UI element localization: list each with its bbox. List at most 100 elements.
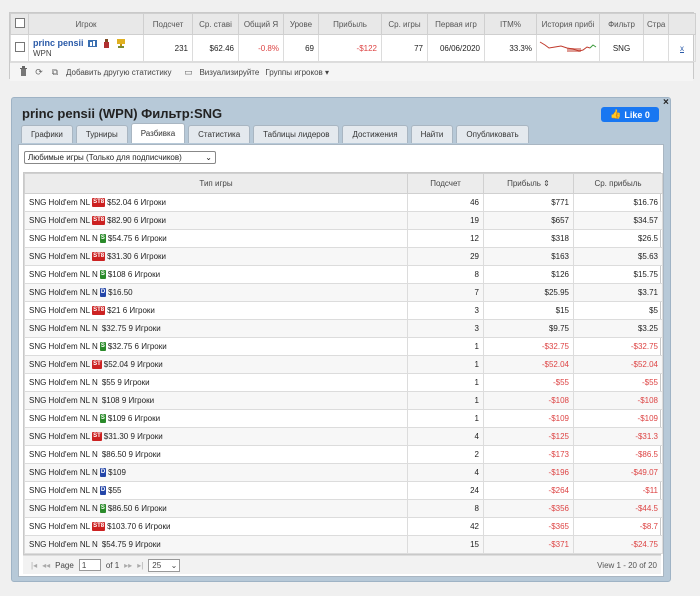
game-avg-profit-cell: -$109 (573, 409, 663, 428)
trash-icon[interactable] (18, 66, 28, 78)
last-page-icon[interactable]: ▸| (137, 561, 143, 570)
game-count-cell: 1 (407, 409, 484, 428)
table-row[interactable]: SNG Hold'em NL N $108 9 Игроки 1 -$108 -$108 (24, 391, 663, 410)
col-filter[interactable]: Фильтр (599, 13, 644, 35)
col-level[interactable]: Урове (283, 13, 319, 35)
page-link[interactable]: x (668, 34, 696, 62)
game-profit-cell: -$371 (483, 535, 574, 554)
game-type-prefix: SNG Hold'em NL N (29, 378, 98, 387)
col-game-avg-profit[interactable]: Ср. прибыль (573, 173, 663, 194)
tab-tournaments[interactable]: Турниры (75, 125, 128, 143)
col-game-type[interactable]: Тип игры (24, 173, 408, 194)
col-avg-stake[interactable]: Ср. ставі (192, 13, 239, 35)
table-row[interactable]: SNG Hold'em NL N S $108 6 Игроки 8 $126 $15.7… (24, 265, 663, 284)
chart-icon[interactable] (87, 39, 98, 48)
prev-page-icon[interactable]: ◂◂ (42, 561, 50, 570)
col-avg-players[interactable]: Ср. игры (381, 13, 428, 35)
col-first-game[interactable]: Первая игр (427, 13, 485, 35)
table-row[interactable]: SNG Hold'em NL ST $31.30 9 Игроки 4 -$125 -$3… (24, 427, 663, 446)
col-player[interactable]: Игрок (28, 13, 144, 35)
player-detail-panel: princ pensii (WPN) Фильтр:SNG 👍 Like 0 ×… (11, 97, 671, 582)
tab-statistics[interactable]: Статистика (188, 125, 251, 143)
player-name-link[interactable]: princ pensii (33, 38, 84, 48)
breakdown-body: SNG Hold'em NL ST8 $52.04 6 Игроки 46 $771 $1… (24, 193, 663, 554)
close-icon[interactable]: × (663, 97, 669, 108)
profit-history-cell[interactable] (536, 34, 600, 62)
game-profit-cell: $126 (483, 265, 574, 284)
table-row[interactable]: SNG Hold'em NL N D $16.50 7 $25.95 $3.71 (24, 283, 663, 302)
breakdown-content: Любимые игры (Только для подписчиков) ⌄ … (18, 144, 664, 577)
table-row[interactable]: SNG Hold'em NL ST8 $82.90 6 Игроки 19 $657 $3… (24, 211, 663, 230)
favorite-games-select[interactable]: Любимые игры (Только для подписчиков) ⌄ (24, 151, 216, 164)
page-number-input[interactable]: 1 (78, 559, 101, 571)
visualize-button[interactable]: Визуализируйте (199, 68, 259, 77)
game-type-prefix: SNG Hold'em NL (29, 359, 91, 369)
game-profit-cell: -$55 (483, 373, 574, 392)
player-row[interactable]: princ pensii WPN 231 $62.46 -0.8% 69 -$1… (10, 34, 696, 62)
tab-leaderboards[interactable]: Таблицы лидеров (253, 125, 340, 143)
facebook-like-button[interactable]: 👍 Like 0 (601, 107, 659, 122)
col-total-roi[interactable]: Общий Я (238, 13, 284, 35)
select-all-checkbox[interactable] (14, 18, 25, 28)
game-count-cell: 19 (407, 211, 484, 230)
tab-publish[interactable]: Опубликовать (456, 125, 529, 143)
table-row[interactable]: SNG Hold'em NL N S $109 6 Игроки 1 -$109 -$10… (24, 409, 663, 428)
col-profit-history[interactable]: История прибі (536, 13, 600, 35)
col-game-count[interactable]: Подсчет (407, 173, 484, 194)
table-row[interactable]: SNG Hold'em NL N S $54.75 6 Игроки 12 $318 $2… (24, 229, 663, 248)
first-game-value: 06/06/2020 (427, 34, 485, 62)
table-row[interactable]: SNG Hold'em NL ST8 $52.04 6 Игроки 46 $771 $1… (24, 193, 663, 212)
game-avg-profit-cell: -$49.07 (573, 463, 663, 482)
col-page[interactable]: Стра (643, 13, 669, 35)
first-page-icon[interactable]: |◂ (31, 561, 37, 570)
figure-icon[interactable] (102, 38, 112, 48)
game-format-badge: D (99, 486, 107, 496)
table-row[interactable]: SNG Hold'em NL N S $86.50 6 Игроки 8 -$356 -$… (24, 499, 663, 518)
add-stat-button[interactable]: Добавить другую статистику (66, 68, 171, 77)
table-row[interactable]: SNG Hold'em NL N S $32.75 6 Игроки 1 -$32.75… (24, 337, 663, 356)
game-type-suffix: $86.50 6 Игроки (107, 503, 167, 513)
table-row[interactable]: SNG Hold'em NL N D $109 4 -$196 -$49.07 (24, 463, 663, 482)
table-row[interactable]: SNG Hold'em NL N $32.75 9 Игроки 3 $9.75 $3.… (24, 319, 663, 338)
tab-charts[interactable]: Графики (21, 125, 73, 143)
col-game-profit[interactable]: Прибыль ⇕ (483, 173, 574, 194)
game-profit-cell: -$52.04 (483, 355, 574, 374)
col-count[interactable]: Подсчет (143, 13, 193, 35)
table-row[interactable]: SNG Hold'em NL N $86.50 9 Игроки 2 -$173 -$8… (24, 445, 663, 464)
table-row[interactable]: SNG Hold'em NL ST8 $31.30 6 Игроки 29 $163 $5… (24, 247, 663, 266)
game-avg-profit-cell: -$108 (573, 391, 663, 410)
player-select-cell[interactable] (10, 34, 29, 62)
table-row[interactable]: SNG Hold'em NL N $54.75 9 Игроки 15 -$371 -$… (24, 535, 663, 554)
table-row[interactable]: SNG Hold'em NL N D $55 24 -$264 -$11 (24, 481, 663, 500)
trophy-icon[interactable] (116, 38, 126, 48)
table-row[interactable]: SNG Hold'em NL ST8 $21 6 Игроки 3 $15 $5 (24, 301, 663, 320)
game-profit-cell: $318 (483, 229, 574, 248)
table-row[interactable]: SNG Hold'em NL N $55 9 Игроки 1 -$55 -$55 (24, 373, 663, 392)
table-row[interactable]: SNG Hold'em NL ST $52.04 9 Игроки 1 -$52.04-… (24, 355, 663, 374)
tab-find[interactable]: Найти (410, 125, 454, 143)
player-checkbox[interactable] (15, 42, 25, 52)
table-row[interactable]: SNG Hold'em NL ST8 $103.70 6 Игроки 42 -$365… (24, 517, 663, 536)
select-all-header[interactable] (10, 13, 29, 35)
game-type-cell: SNG Hold'em NL N S $54.75 6 Игроки (24, 229, 408, 248)
refresh-icon[interactable]: ⟳ (34, 67, 44, 78)
game-count-cell: 3 (407, 301, 484, 320)
game-avg-profit-cell: $5 (573, 301, 663, 320)
game-type-suffix: $108 9 Игроки (101, 396, 155, 405)
tab-achievements[interactable]: Достижения (342, 125, 408, 143)
game-type-suffix: $31.30 6 Игроки (107, 251, 167, 261)
tab-breakdown[interactable]: Разбивка (130, 123, 186, 143)
game-format-badge: ST (92, 360, 102, 370)
player-groups-dropdown[interactable]: Группы игроков ▾ (265, 68, 329, 77)
breakdown-grid: Тип игры Подсчет Прибыль ⇕ Ср. прибыль S… (23, 172, 663, 555)
game-avg-profit-cell: -$32.75 (573, 337, 663, 356)
next-page-icon[interactable]: ▸▸ (124, 561, 132, 570)
game-type-prefix: SNG Hold'em NL (29, 431, 91, 441)
game-profit-cell: -$365 (483, 517, 574, 536)
game-avg-profit-cell: -$52.04 (573, 355, 663, 374)
tab-bar: Графики Турниры Разбивка Статистика Табл… (21, 123, 529, 143)
thumbs-up-icon: 👍 (610, 109, 622, 119)
col-profit[interactable]: Прибыль (318, 13, 382, 35)
rows-per-page-select[interactable]: 25 ⌄ (148, 558, 181, 572)
col-itm[interactable]: ITM% (484, 13, 537, 35)
